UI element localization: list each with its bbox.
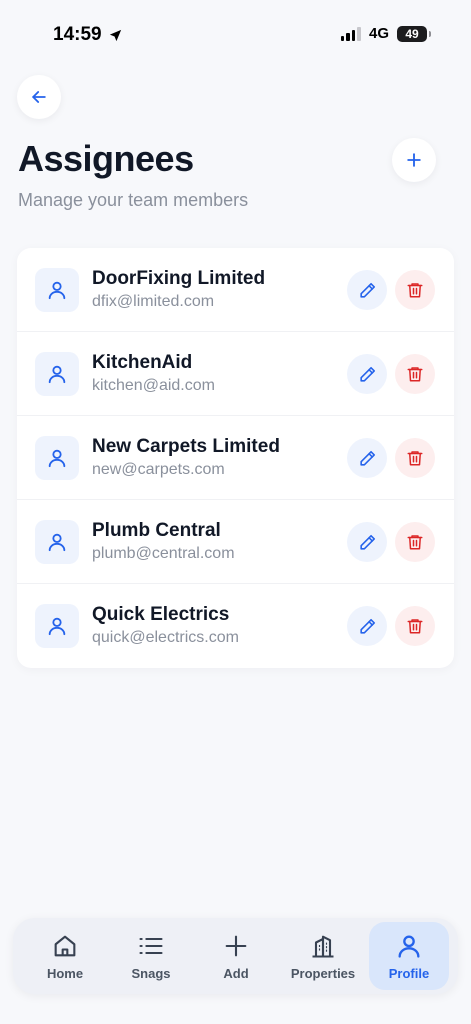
assignee-avatar: [35, 604, 79, 648]
assignee-email: plumb@central.com: [92, 545, 235, 562]
tab-snags-label: Snags: [131, 965, 171, 981]
status-indicators: 4G 49: [340, 25, 431, 42]
tab-profile[interactable]: Profile: [369, 922, 449, 990]
battery-icon: 49: [397, 25, 431, 42]
trash-icon: [407, 535, 423, 550]
edit-assignee-button[interactable]: [347, 438, 387, 478]
network-type: 4G: [368, 25, 389, 42]
edit-assignee-button[interactable]: [347, 270, 387, 310]
assignee-info: New Carpets Limited new@carpets.com: [92, 435, 280, 481]
back-button[interactable]: [17, 75, 61, 119]
user-icon: [48, 533, 66, 552]
arrow-left-icon: [32, 91, 46, 103]
delete-assignee-button[interactable]: [395, 270, 435, 310]
plus-icon: [225, 935, 247, 956]
pencil-icon: [359, 618, 375, 634]
status-time: 14:59: [53, 24, 123, 46]
tab-home-label: Home: [46, 965, 84, 981]
assignee-email: quick@electrics.com: [92, 629, 239, 646]
assignee-avatar: [35, 520, 79, 564]
trash-icon: [407, 367, 423, 382]
assignee-name: Quick Electrics: [92, 604, 230, 625]
assignee-avatar: [35, 352, 79, 396]
assignee-avatar: [35, 436, 79, 480]
assignee-name: DoorFixing Limited: [92, 268, 266, 289]
add-assignee-button[interactable]: [392, 138, 436, 182]
assignee-avatar: [35, 268, 79, 312]
tab-properties[interactable]: Properties: [283, 922, 363, 990]
pencil-icon: [359, 366, 375, 382]
user-icon: [398, 935, 420, 958]
trash-icon: [407, 451, 423, 466]
delete-assignee-button[interactable]: [395, 354, 435, 394]
tab-add-label: Add: [223, 965, 249, 981]
tab-snags[interactable]: Snags: [111, 922, 191, 990]
assignee-row: Plumb Central plumb@central.com: [17, 500, 454, 584]
assignee-name: KitchenAid: [92, 352, 193, 373]
edit-assignee-button[interactable]: [347, 522, 387, 562]
tab-add[interactable]: Add: [196, 922, 276, 990]
trash-icon: [407, 283, 423, 298]
trash-icon: [407, 619, 423, 634]
bottom-tab-bar: Home Snags Add Properties Profile: [13, 918, 458, 994]
delete-assignee-button[interactable]: [395, 522, 435, 562]
delete-assignee-button[interactable]: [395, 438, 435, 478]
status-time-text: 14:59: [53, 24, 102, 45]
assignee-email: dfix@limited.com: [92, 293, 215, 310]
cellular-signal-icon: [340, 26, 361, 41]
pencil-icon: [359, 282, 375, 298]
tab-properties-label: Properties: [290, 965, 356, 981]
user-icon: [48, 449, 66, 468]
page-title: Assignees: [18, 138, 194, 179]
assignees-screen: 14:59 4G 49 Assignees Manage your team m…: [0, 0, 471, 1024]
plus-icon: [407, 153, 421, 167]
assignee-info: Quick Electrics quick@electrics.com: [92, 603, 239, 649]
edit-assignee-button[interactable]: [347, 606, 387, 646]
assignee-row: New Carpets Limited new@carpets.com: [17, 416, 454, 500]
delete-assignee-button[interactable]: [395, 606, 435, 646]
user-icon: [48, 365, 66, 384]
tab-home[interactable]: Home: [25, 922, 105, 990]
assignee-row: DoorFixing Limited dfix@limited.com: [17, 248, 454, 332]
location-arrow-icon: [109, 29, 121, 41]
edit-assignee-button[interactable]: [347, 354, 387, 394]
assignee-name: Plumb Central: [92, 520, 221, 541]
assignee-info: KitchenAid kitchen@aid.com: [92, 351, 215, 397]
assignee-email: kitchen@aid.com: [92, 377, 215, 394]
pencil-icon: [359, 534, 375, 550]
pencil-icon: [359, 450, 375, 466]
page-subtitle: Manage your team members: [18, 190, 249, 210]
assignee-row: KitchenAid kitchen@aid.com: [17, 332, 454, 416]
home-icon: [54, 935, 76, 956]
assignee-info: DoorFixing Limited dfix@limited.com: [92, 267, 265, 313]
user-icon: [48, 281, 66, 300]
user-icon: [48, 617, 66, 636]
building-icon: [312, 935, 334, 958]
list-icon: [139, 937, 163, 954]
assignee-name: New Carpets Limited: [92, 436, 280, 457]
assignee-info: Plumb Central plumb@central.com: [92, 519, 235, 565]
assignee-row: Quick Electrics quick@electrics.com: [17, 584, 454, 668]
assignee-email: new@carpets.com: [92, 461, 225, 478]
tab-profile-label: Profile: [388, 965, 430, 981]
assignee-list: DoorFixing Limited dfix@limited.com Kitc…: [17, 248, 454, 668]
battery-level: 49: [405, 26, 419, 41]
status-bar: 14:59 4G 49: [0, 0, 471, 70]
